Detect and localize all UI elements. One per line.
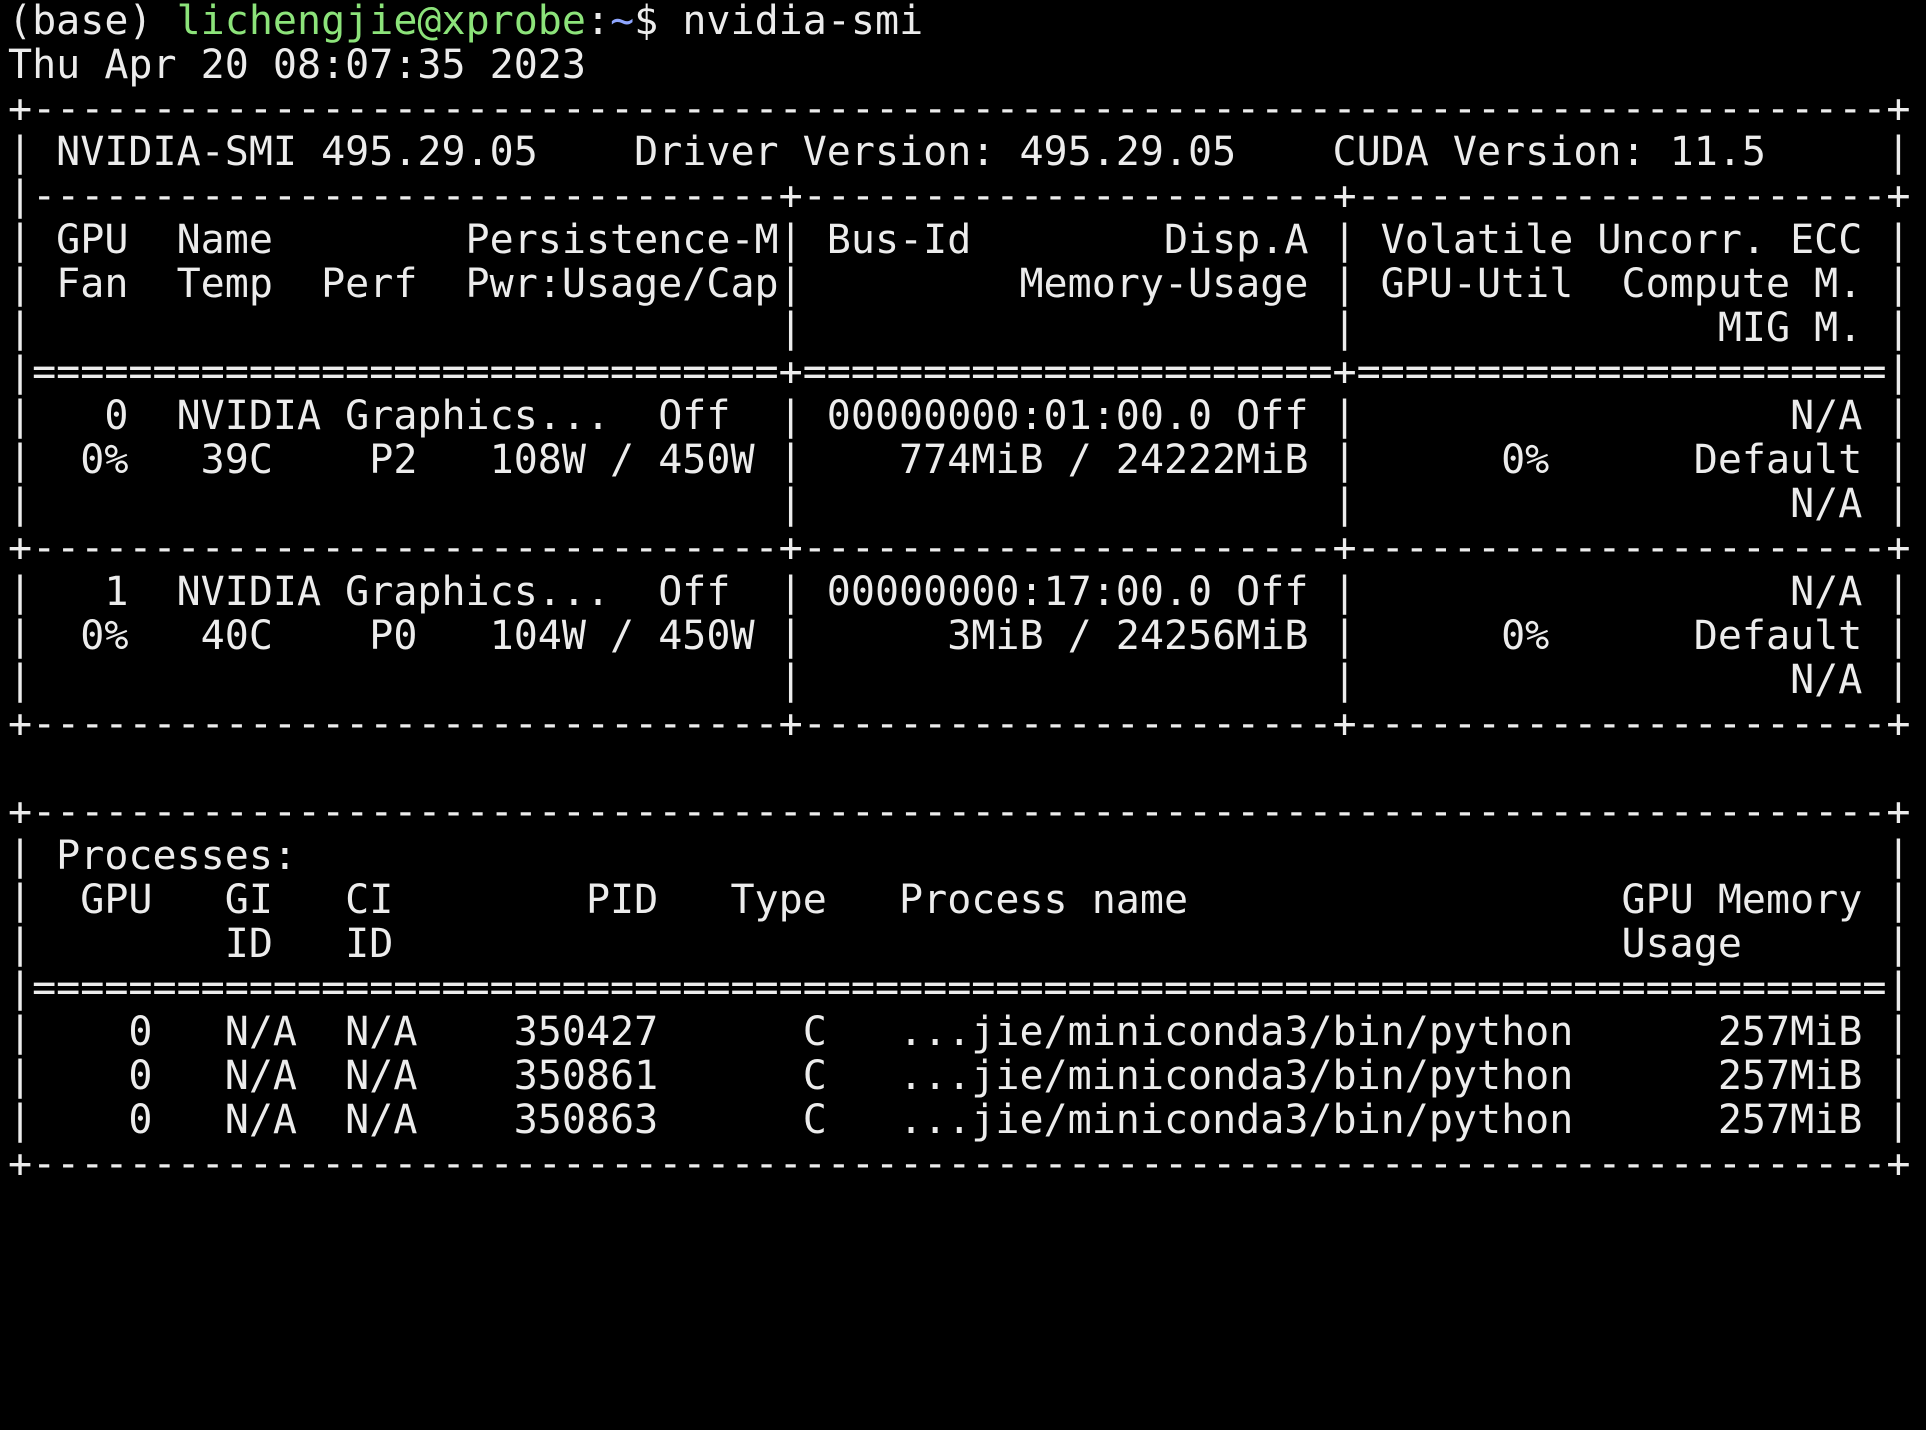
prompt-symbol: $ <box>634 0 683 44</box>
output-line: +-------------------------------+-------… <box>8 701 1911 747</box>
prompt-command: nvidia-smi <box>682 0 924 44</box>
prompt-separator: : <box>585 0 611 44</box>
prompt-path: ~ <box>610 0 635 44</box>
output-line: +---------------------------------------… <box>8 1141 1911 1187</box>
terminal-window[interactable]: (base) lichengjie@xprobe:~$ nvidia-smi T… <box>8 0 1918 1430</box>
